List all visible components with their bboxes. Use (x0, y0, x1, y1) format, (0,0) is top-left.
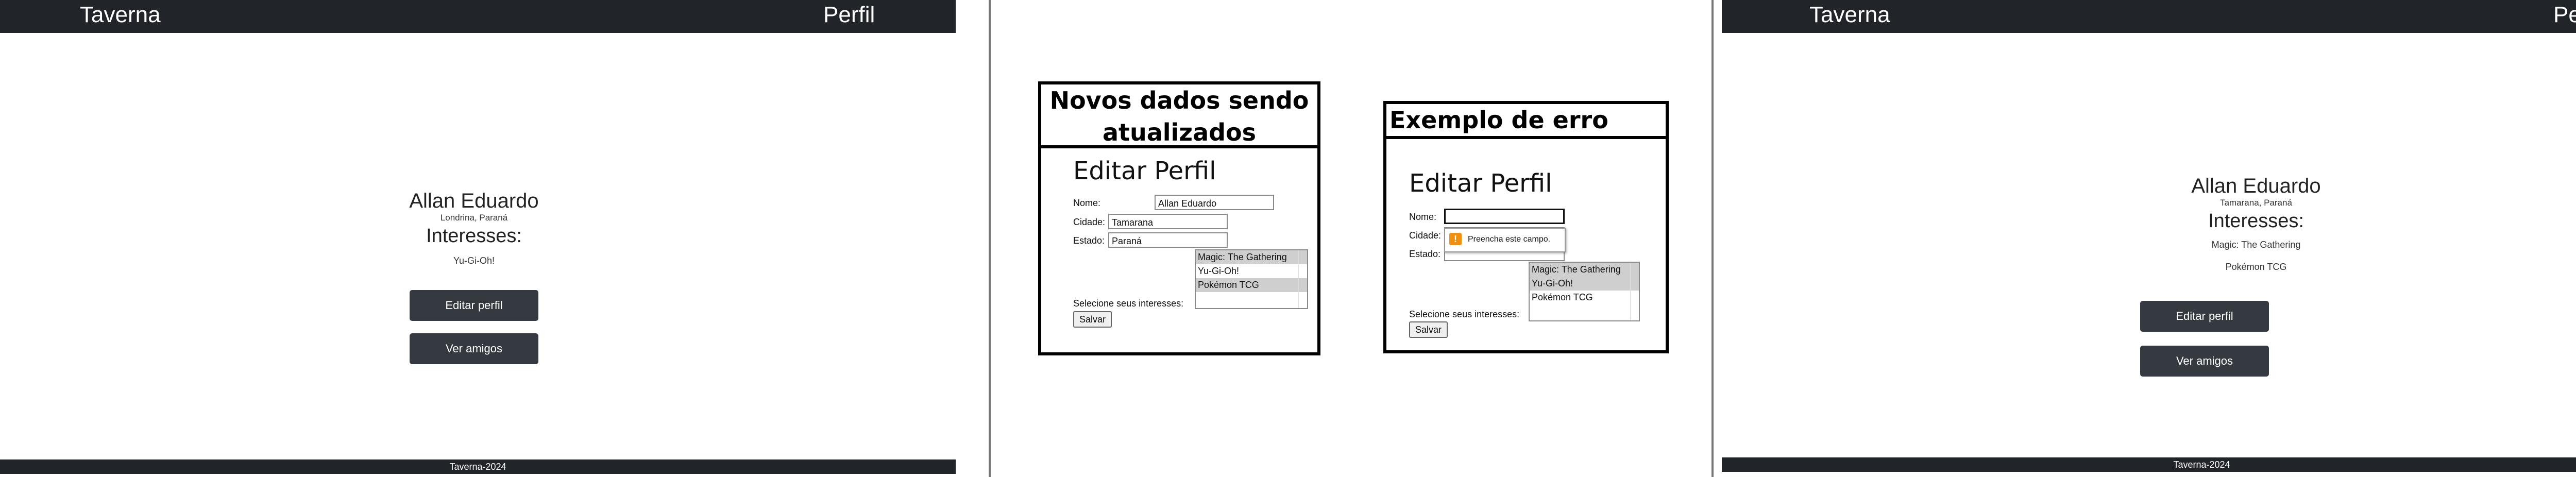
edit-profile-button[interactable]: Editar perfil (2140, 301, 2269, 332)
interests-title: Interesses: (426, 225, 522, 247)
save-button[interactable]: Salvar (1073, 311, 1112, 328)
section-divider (989, 0, 991, 477)
estado-label: Estado: (1409, 249, 1441, 259)
option-yugioh[interactable]: Yu-Gi-Oh! (1196, 264, 1307, 278)
estado-label: Estado: (1073, 235, 1105, 246)
option-magic[interactable]: Magic: The Gathering (1530, 263, 1639, 277)
nome-label: Nome: (1409, 212, 1437, 222)
nav-perfil-link[interactable]: Perfil (823, 2, 875, 28)
interests-select[interactable]: Magic: The Gathering Yu-Gi-Oh! Pokémon T… (1195, 249, 1308, 309)
estado-input[interactable]: Paraná (1108, 232, 1228, 248)
option-pokemon[interactable]: Pokémon TCG (1196, 278, 1307, 292)
navbar: Taverna Perfil (0, 0, 956, 33)
nome-input-error[interactable] (1444, 209, 1565, 224)
nome-input[interactable]: Allan Eduardo (1155, 195, 1274, 210)
option-magic[interactable]: Magic: The Gathering (1196, 250, 1307, 264)
cidade-label: Cidade: (1409, 230, 1442, 241)
profile-location: Tamarana, Paraná (2220, 198, 2292, 208)
nav-perfil-link[interactable]: Perfil (2553, 2, 2576, 28)
brand-link[interactable]: Taverna (80, 2, 161, 28)
select-scrollbar[interactable] (1298, 250, 1307, 308)
brand-link[interactable]: Taverna (1809, 2, 1890, 28)
section-divider (1711, 0, 1714, 477)
view-friends-button[interactable]: Ver amigos (2140, 346, 2269, 377)
profile-name: Allan Eduardo (409, 190, 539, 212)
interests-select[interactable]: Magic: The Gathering Yu-Gi-Oh! Pokémon T… (1529, 262, 1640, 321)
footer: Taverna-2024 (0, 459, 956, 474)
cidade-input[interactable]: Tamarana (1108, 214, 1228, 229)
interest-item: Pokémon TCG (2225, 262, 2287, 272)
navbar: Taverna Perfil (1722, 0, 2576, 33)
profile-panel-before: Taverna Perfil Allan Eduardo Londrina, P… (0, 0, 956, 477)
validation-tooltip: ! Preencha este campo. (1444, 228, 1566, 252)
profile-name: Allan Eduardo (2191, 175, 2321, 197)
edit-profile-button[interactable]: Editar perfil (410, 290, 538, 321)
view-friends-button[interactable]: Ver amigos (410, 333, 538, 364)
select-scrollbar[interactable] (1630, 263, 1639, 320)
option-pokemon[interactable]: Pokémon TCG (1530, 291, 1639, 304)
option-yugioh[interactable]: Yu-Gi-Oh! (1530, 277, 1639, 291)
tooltip-text: Preencha este campo. (1468, 235, 1551, 244)
footer: Taverna-2024 (1722, 457, 2576, 472)
card-heading: Exemplo de erro (1386, 104, 1666, 139)
nome-label: Nome: (1073, 198, 1101, 208)
cidade-label: Cidade: (1073, 217, 1106, 227)
profile-panel-after: Taverna Perfil Allan Eduardo Tamarana, P… (1722, 0, 2576, 477)
interests-label: Selecione seus interesses: (1409, 309, 1520, 319)
form-title: Editar Perfil (1073, 157, 1216, 185)
interest-item: Magic: The Gathering (2211, 240, 2301, 250)
profile-info: Allan Eduardo Tamarana, Paraná Interesse… (2140, 175, 2372, 272)
update-example-card: Novos dados sendo atualizados Editar Per… (1038, 81, 1320, 355)
interests-label: Selecione seus interesses: (1073, 298, 1184, 309)
error-example-card: Exemplo de erro Editar Perfil Nome: Cida… (1383, 101, 1669, 353)
card-heading-line2: atualizados (1102, 118, 1257, 146)
interest-item: Yu-Gi-Oh! (453, 255, 495, 266)
profile-info: Allan Eduardo Londrina, Paraná Interesse… (358, 190, 590, 266)
card-heading-line1: Novos dados sendo (1049, 87, 1309, 114)
form-title: Editar Perfil (1409, 169, 1552, 198)
interests-title: Interesses: (2208, 210, 2304, 232)
warning-icon: ! (1449, 233, 1462, 245)
save-button[interactable]: Salvar (1409, 321, 1448, 338)
card-heading: Novos dados sendo atualizados (1041, 84, 1317, 148)
profile-location: Londrina, Paraná (440, 213, 508, 223)
